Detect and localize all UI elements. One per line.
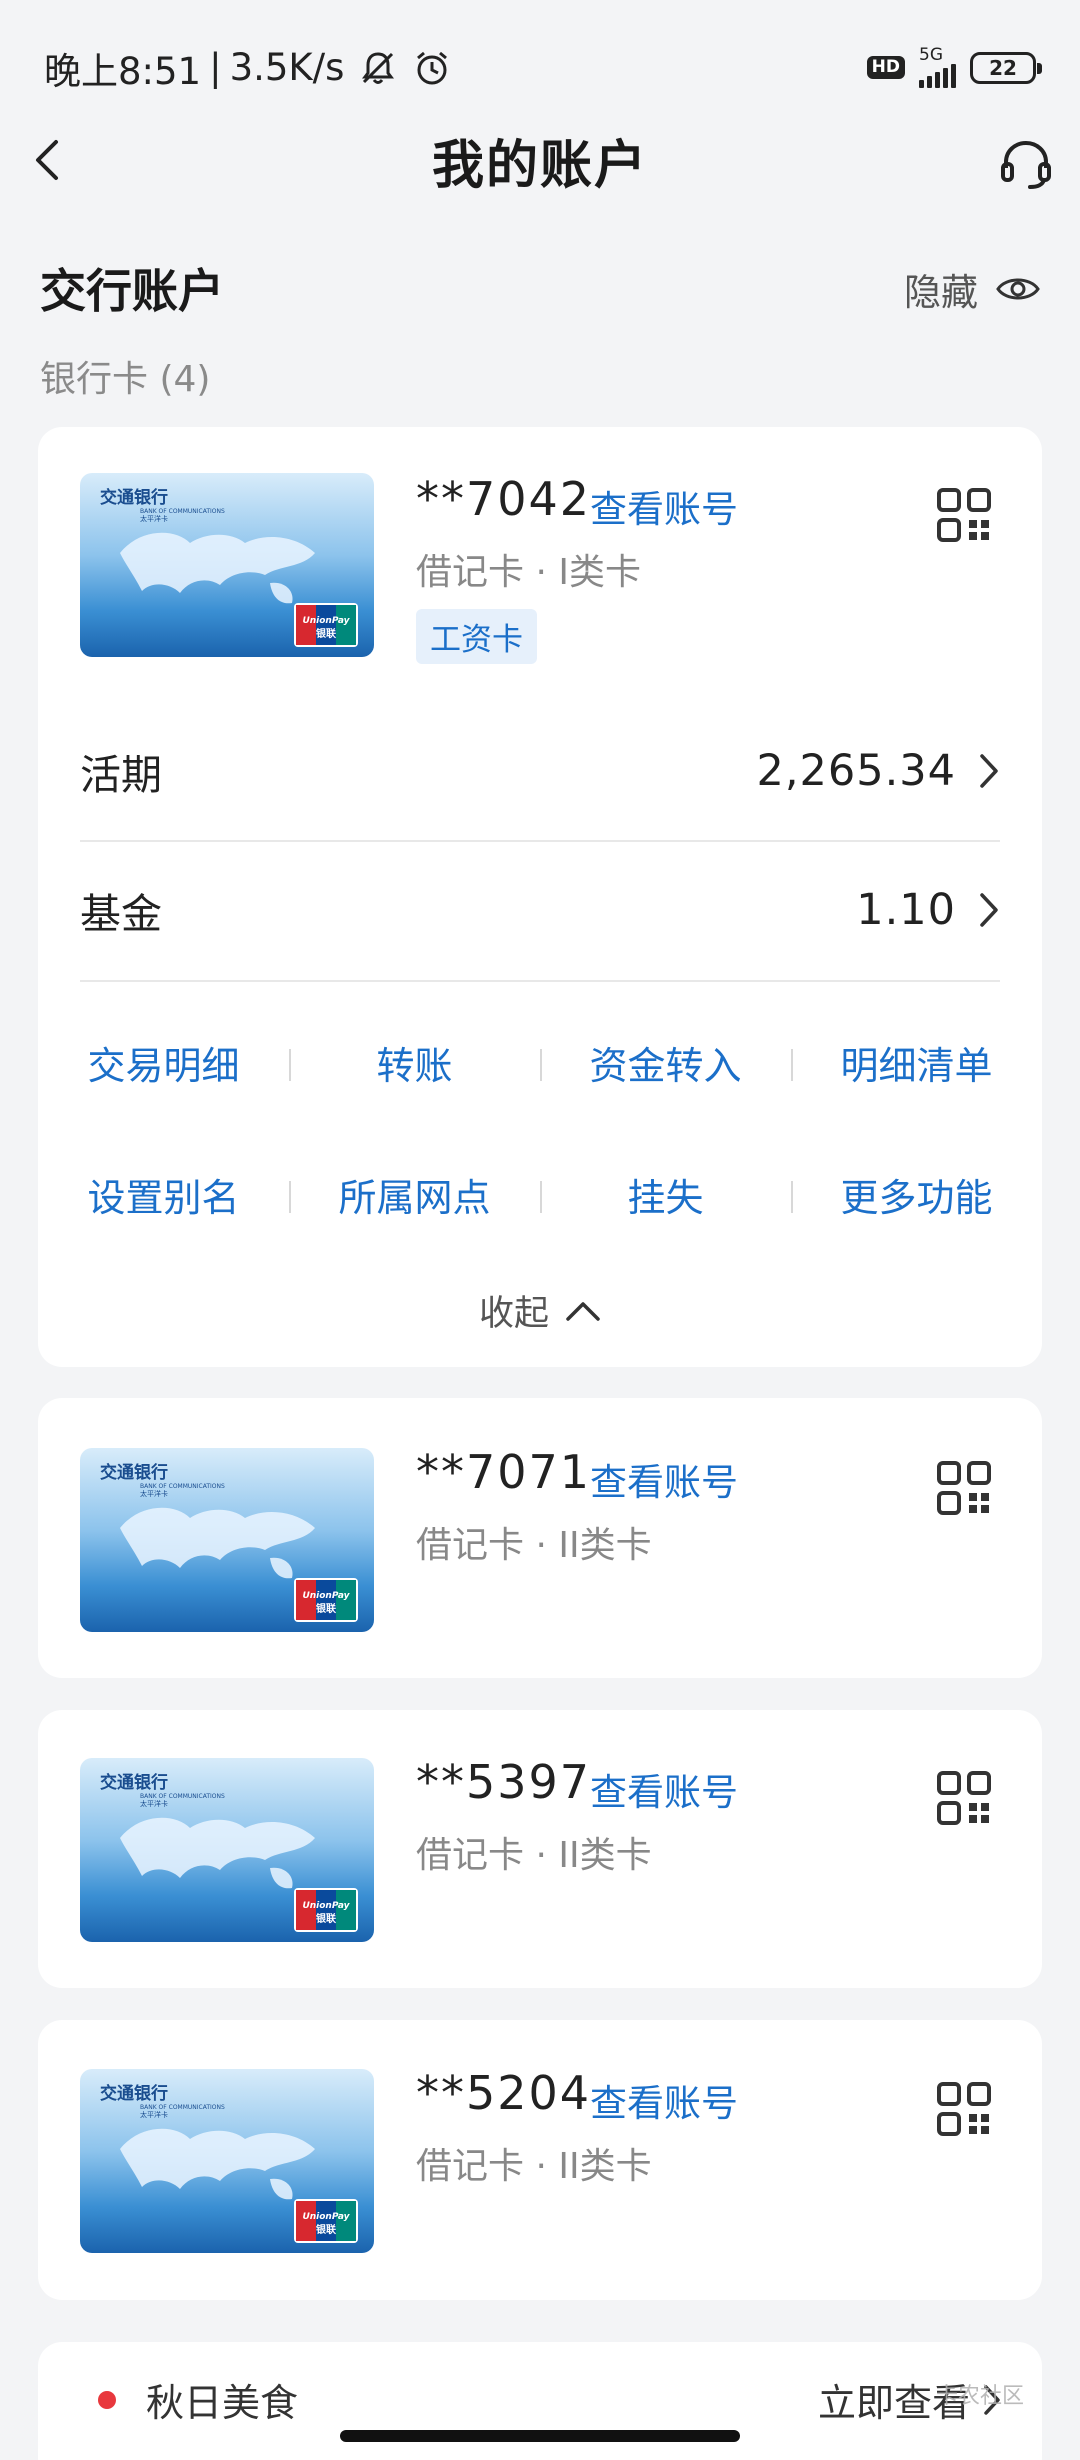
chevron-up-icon [566,1301,600,1321]
alarm-icon [417,51,448,84]
customer-service-icon[interactable] [998,136,1054,192]
card-number: **7042 [416,472,592,526]
qr-code-icon[interactable] [936,2081,992,2137]
status-sep: | [209,46,222,89]
svg-text:BANK OF COMMUNICATIONS: BANK OF COMMUNICATIONS [140,2104,225,2111]
section-title: 交行账户 [40,264,224,318]
transfer-button[interactable]: 转账 [289,1035,540,1090]
hide-label: 隐藏 [904,271,978,314]
card-number: **5397 [416,1755,592,1809]
svg-text:交通银行: 交通银行 [100,2083,168,2104]
card-panel-3: 交通银行 BANK OF COMMUNICATIONS 太平洋卡 UnionPa… [38,1710,1042,1988]
svg-text:银联: 银联 [316,1602,336,1615]
statement-list-button[interactable]: 明细清单 [791,1035,1042,1090]
card-count: 银行卡 (4) [40,359,211,400]
action-row-1: 交易明细 转账 资金转入 明细清单 [38,1022,1042,1102]
collapse-label: 收起 [478,1294,549,1334]
svg-text:UnionPay: UnionPay [302,2212,350,2222]
balance-row-fund[interactable]: 基金 1.10 [80,841,1000,979]
fund-in-button[interactable]: 资金转入 [540,1035,791,1090]
bank-card-image[interactable]: 交通银行 BANK OF COMMUNICATIONS 太平洋卡 UnionPa… [80,2069,374,2253]
balance-label: 基金 [80,890,162,938]
bank-card-image[interactable]: 交通银行 BANK OF COMMUNICATIONS 太平洋卡 UnionPa… [80,473,374,657]
eye-icon [996,278,1040,300]
card-type: 借记卡 · II类卡 [416,1525,652,1566]
qr-code-icon[interactable] [936,1770,992,1826]
more-functions-button[interactable]: 更多功能 [791,1167,1042,1222]
report-loss-button[interactable]: 挂失 [540,1167,791,1222]
page-title: 我的账户 [431,135,648,196]
view-account-link[interactable]: 查看账号 [590,2073,738,2127]
svg-text:BANK OF COMMUNICATIONS: BANK OF COMMUNICATIONS [140,1483,225,1490]
divider [80,980,1000,982]
qr-code-icon[interactable] [936,1460,992,1516]
status-time: 晚上8:51 [44,49,202,93]
bank-card-image[interactable]: 交通银行 BANK OF COMMUNICATIONS 太平洋卡 UnionPa… [80,1448,374,1632]
svg-text:UnionPay: UnionPay [302,616,350,626]
balance-value: 1.10 [856,885,956,935]
svg-text:交通银行: 交通银行 [100,1462,168,1483]
svg-text:太平洋卡: 太平洋卡 [140,1489,168,1498]
card-panel-1: 交通银行 BANK OF COMMUNICATIONS 太平洋卡 UnionPa… [38,427,1042,1367]
status-left: 晚上8:51 | 3.5K/s [44,41,452,95]
chevron-right-icon [980,754,998,788]
view-account-link[interactable]: 查看账号 [590,1452,738,1506]
chevron-right-icon [980,893,998,927]
hide-toggle[interactable]: 隐藏 [904,262,1040,316]
signal-icon: 5G [919,47,956,88]
back-arrow-icon[interactable] [26,138,70,182]
status-speed: 3.5K/s [229,46,345,89]
svg-text:BANK OF COMMUNICATIONS: BANK OF COMMUNICATIONS [140,1793,225,1800]
svg-text:银联: 银联 [316,2223,336,2236]
svg-text:银联: 银联 [316,1912,336,1925]
view-account-link[interactable]: 查看账号 [590,1762,738,1816]
svg-text:太平洋卡: 太平洋卡 [140,514,168,523]
watermark: 卡农社区 [936,2378,1024,2410]
balance-label: 活期 [80,751,162,799]
set-alias-button[interactable]: 设置别名 [38,1167,289,1222]
home-indicator[interactable] [340,2430,740,2442]
card-type: 借记卡 · II类卡 [416,2146,652,2187]
nav-bar: 我的账户 [0,110,1080,210]
transaction-detail-button[interactable]: 交易明细 [38,1035,289,1090]
card-type: 借记卡 · II类卡 [416,1835,652,1876]
svg-text:BANK OF COMMUNICATIONS: BANK OF COMMUNICATIONS [140,508,225,515]
card-panel-4: 交通银行 BANK OF COMMUNICATIONS 太平洋卡 UnionPa… [38,2020,1042,2300]
svg-text:银联: 银联 [316,627,336,640]
card-bank-name: 交通银行 [100,487,168,508]
battery-icon: 22 [970,51,1042,84]
svg-text:太平洋卡: 太平洋卡 [140,1799,168,1808]
svg-text:UnionPay: UnionPay [302,1901,350,1911]
card-panel-2: 交通银行 BANK OF COMMUNICATIONS 太平洋卡 UnionPa… [38,1398,1042,1678]
watermark-text: 卡农社区 [935,2384,1024,2409]
action-row-2: 设置别名 所属网点 挂失 更多功能 [38,1154,1042,1234]
balance-row-current[interactable]: 活期 2,265.34 [80,702,1000,840]
promo-dot [98,2391,116,2409]
card-number: **7071 [416,1445,592,1499]
status-right: HD 5G 22 [866,47,1042,88]
svg-text:交通银行: 交通银行 [100,1772,168,1793]
view-account-link[interactable]: 查看账号 [590,479,738,533]
qr-code-icon[interactable] [936,487,992,543]
mute-bell-icon [362,51,395,84]
balance-value: 2,265.34 [756,746,956,796]
svg-text:太平洋卡: 太平洋卡 [140,2110,168,2119]
hd-badge: HD [866,56,905,79]
promo-label: 秋日美食 [146,2381,299,2425]
svg-text:UnionPay: UnionPay [302,1591,350,1601]
branch-button[interactable]: 所属网点 [289,1167,540,1222]
card-type: 借记卡 · I类卡 [416,552,641,593]
bank-card-image[interactable]: 交通银行 BANK OF COMMUNICATIONS 太平洋卡 UnionPa… [80,1758,374,1942]
promo-banner[interactable]: 秋日美食 立即查看 [38,2342,1042,2460]
card-number: **5204 [416,2066,592,2120]
salary-card-tag: 工资卡 [416,609,537,664]
collapse-button[interactable]: 收起 [38,1285,1042,1336]
